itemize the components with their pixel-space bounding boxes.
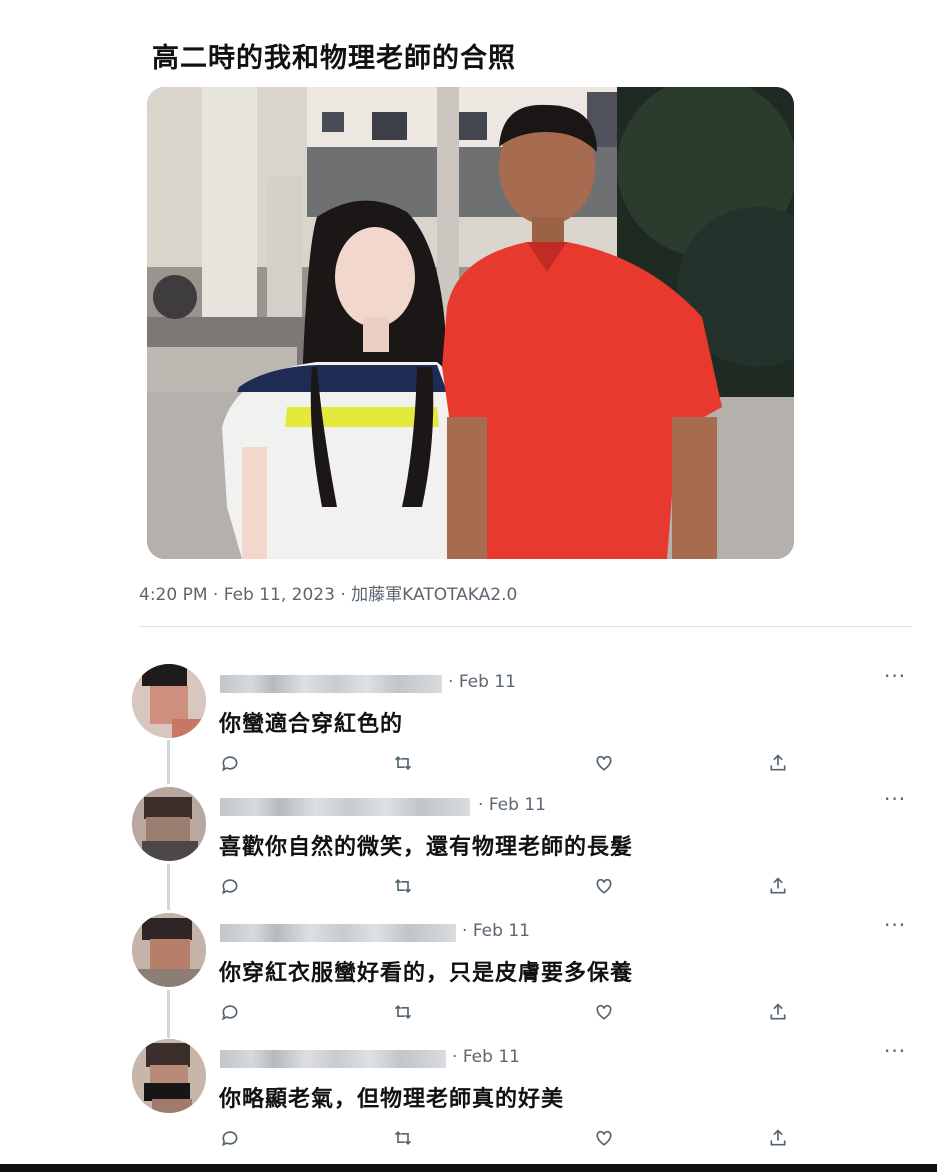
retweet-icon[interactable] bbox=[390, 1125, 416, 1151]
avatar[interactable] bbox=[132, 664, 206, 738]
username-blurred[interactable] bbox=[220, 1050, 446, 1068]
reply-item[interactable]: · Feb 11 ··· 你穿紅衣服蠻好看的，只是皮膚要多保養 bbox=[0, 913, 937, 1033]
tweet-source[interactable]: 加藤軍KATOTAKA2.0 bbox=[351, 585, 517, 605]
tweet-date[interactable]: Feb 11, 2023 bbox=[224, 585, 335, 605]
reply-text: 喜歡你自然的微笑，還有物理老師的長髮 bbox=[219, 835, 634, 860]
share-icon[interactable] bbox=[765, 873, 791, 899]
reply-icon[interactable] bbox=[217, 873, 243, 899]
reply-date[interactable]: · Feb 11 bbox=[452, 1047, 520, 1067]
tweet-meta: 4:20 PM · Feb 11, 2023 · 加藤軍KATOTAKA2.0 bbox=[139, 580, 517, 605]
reply-date[interactable]: · Feb 11 bbox=[462, 921, 530, 941]
reply-text: 你略顯老氣，但物理老師真的好美 bbox=[219, 1087, 565, 1112]
avatar[interactable] bbox=[132, 787, 206, 861]
username-blurred[interactable] bbox=[220, 924, 456, 942]
share-icon[interactable] bbox=[765, 1125, 791, 1151]
retweet-icon[interactable] bbox=[390, 750, 416, 776]
more-icon[interactable]: ··· bbox=[884, 913, 906, 937]
reply-item[interactable]: · Feb 11 ··· 喜歡你自然的微笑，還有物理老師的長髮 bbox=[0, 787, 937, 907]
reply-date[interactable]: · Feb 11 bbox=[478, 795, 546, 815]
reply-icon[interactable] bbox=[217, 750, 243, 776]
screen-bottom-edge bbox=[0, 1164, 937, 1172]
heart-icon[interactable] bbox=[591, 999, 617, 1025]
share-icon[interactable] bbox=[765, 999, 791, 1025]
meta-separator: · bbox=[340, 585, 352, 605]
reply-text: 你穿紅衣服蠻好看的，只是皮膚要多保養 bbox=[219, 961, 634, 986]
retweet-icon[interactable] bbox=[390, 873, 416, 899]
reply-date[interactable]: · Feb 11 bbox=[448, 672, 516, 692]
tweet-time[interactable]: 4:20 PM bbox=[139, 585, 208, 605]
photo-illustration bbox=[147, 87, 794, 559]
more-icon[interactable]: ··· bbox=[884, 787, 906, 811]
heart-icon[interactable] bbox=[591, 750, 617, 776]
tweet-photo[interactable] bbox=[147, 87, 794, 559]
retweet-icon[interactable] bbox=[390, 999, 416, 1025]
avatar[interactable] bbox=[132, 913, 206, 987]
reply-item[interactable]: · Feb 11 ··· 你略顯老氣，但物理老師真的好美 bbox=[0, 1039, 937, 1159]
username-blurred[interactable] bbox=[220, 675, 442, 693]
more-icon[interactable]: ··· bbox=[884, 664, 906, 688]
more-icon[interactable]: ··· bbox=[884, 1039, 906, 1063]
reply-icon[interactable] bbox=[217, 999, 243, 1025]
divider bbox=[139, 626, 912, 627]
avatar[interactable] bbox=[132, 1039, 206, 1113]
reply-icon[interactable] bbox=[217, 1125, 243, 1151]
heart-icon[interactable] bbox=[591, 873, 617, 899]
heart-icon[interactable] bbox=[591, 1125, 617, 1151]
meta-separator: · bbox=[212, 585, 224, 605]
username-blurred[interactable] bbox=[220, 798, 470, 816]
share-icon[interactable] bbox=[765, 750, 791, 776]
reply-text: 你蠻適合穿紅色的 bbox=[219, 712, 404, 737]
reply-item[interactable]: · Feb 11 ··· 你蠻適合穿紅色的 bbox=[0, 664, 937, 784]
tweet-text: 高二時的我和物理老師的合照 bbox=[152, 43, 516, 74]
